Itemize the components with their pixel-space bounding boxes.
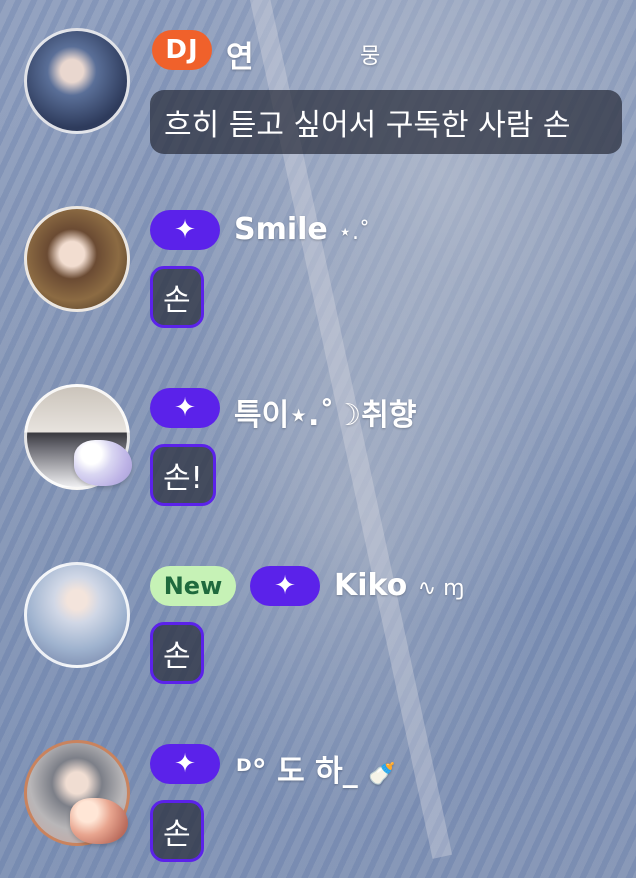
username-suffix-text: 뭉 (360, 44, 381, 69)
message-bubble: 손! (150, 444, 216, 506)
subscriber-star-badge: ✦ (150, 744, 220, 784)
message-bubble: 손 (150, 266, 204, 328)
username-text: ᴰ° 도 하_ (236, 754, 358, 789)
avatar-decoration-icon (70, 798, 128, 844)
message-text: 흐히 듣고 싶어서 구독한 사람 손 (164, 108, 571, 143)
new-badge-label: New (163, 572, 223, 600)
avatar-decoration-icon (74, 440, 132, 486)
message-text: 손 (163, 817, 191, 852)
username[interactable]: Kiko ∿ ɱ (334, 568, 465, 603)
avatar[interactable] (24, 562, 130, 668)
baby-bottle-icon: 🍼 (368, 762, 396, 787)
username-text: 연 (226, 40, 254, 75)
dj-badge-label: DJ (165, 35, 199, 65)
message-text: 손! (163, 461, 203, 496)
username-text: Kiko (334, 568, 408, 603)
star-icon: ✦ (174, 393, 196, 423)
new-badge: New (150, 566, 236, 606)
star-icon: ✦ (274, 571, 296, 601)
message-bubble: 손 (150, 800, 204, 862)
avatar[interactable] (24, 28, 130, 134)
username-text: Smile (234, 212, 328, 247)
username-suffix-text: ∿ ɱ (417, 576, 465, 601)
username[interactable]: 연 (226, 32, 254, 76)
subscriber-star-badge: ✦ (150, 210, 220, 250)
message-bubble: 흐히 듣고 싶어서 구독한 사람 손 (150, 90, 622, 154)
username-suffix: 뭉 (360, 36, 380, 71)
avatar[interactable] (24, 206, 130, 312)
message-text: 손 (163, 639, 191, 674)
subscriber-star-badge: ✦ (250, 566, 320, 606)
username-suffix-text: ⋆.˚ (338, 220, 370, 245)
username[interactable]: 특이⋆.˚☽취향 (234, 390, 416, 434)
message-text: 손 (163, 283, 191, 318)
star-icon: ✦ (174, 215, 196, 245)
message-bubble: 손 (150, 622, 204, 684)
dj-badge: DJ (152, 30, 212, 70)
username[interactable]: ᴰ° 도 하_ 🍼 (236, 746, 396, 790)
star-icon: ✦ (174, 749, 196, 779)
subscriber-star-badge: ✦ (150, 388, 220, 428)
username[interactable]: Smile ⋆.˚ (234, 212, 370, 247)
username-text: 특이⋆.˚☽취향 (234, 398, 417, 433)
